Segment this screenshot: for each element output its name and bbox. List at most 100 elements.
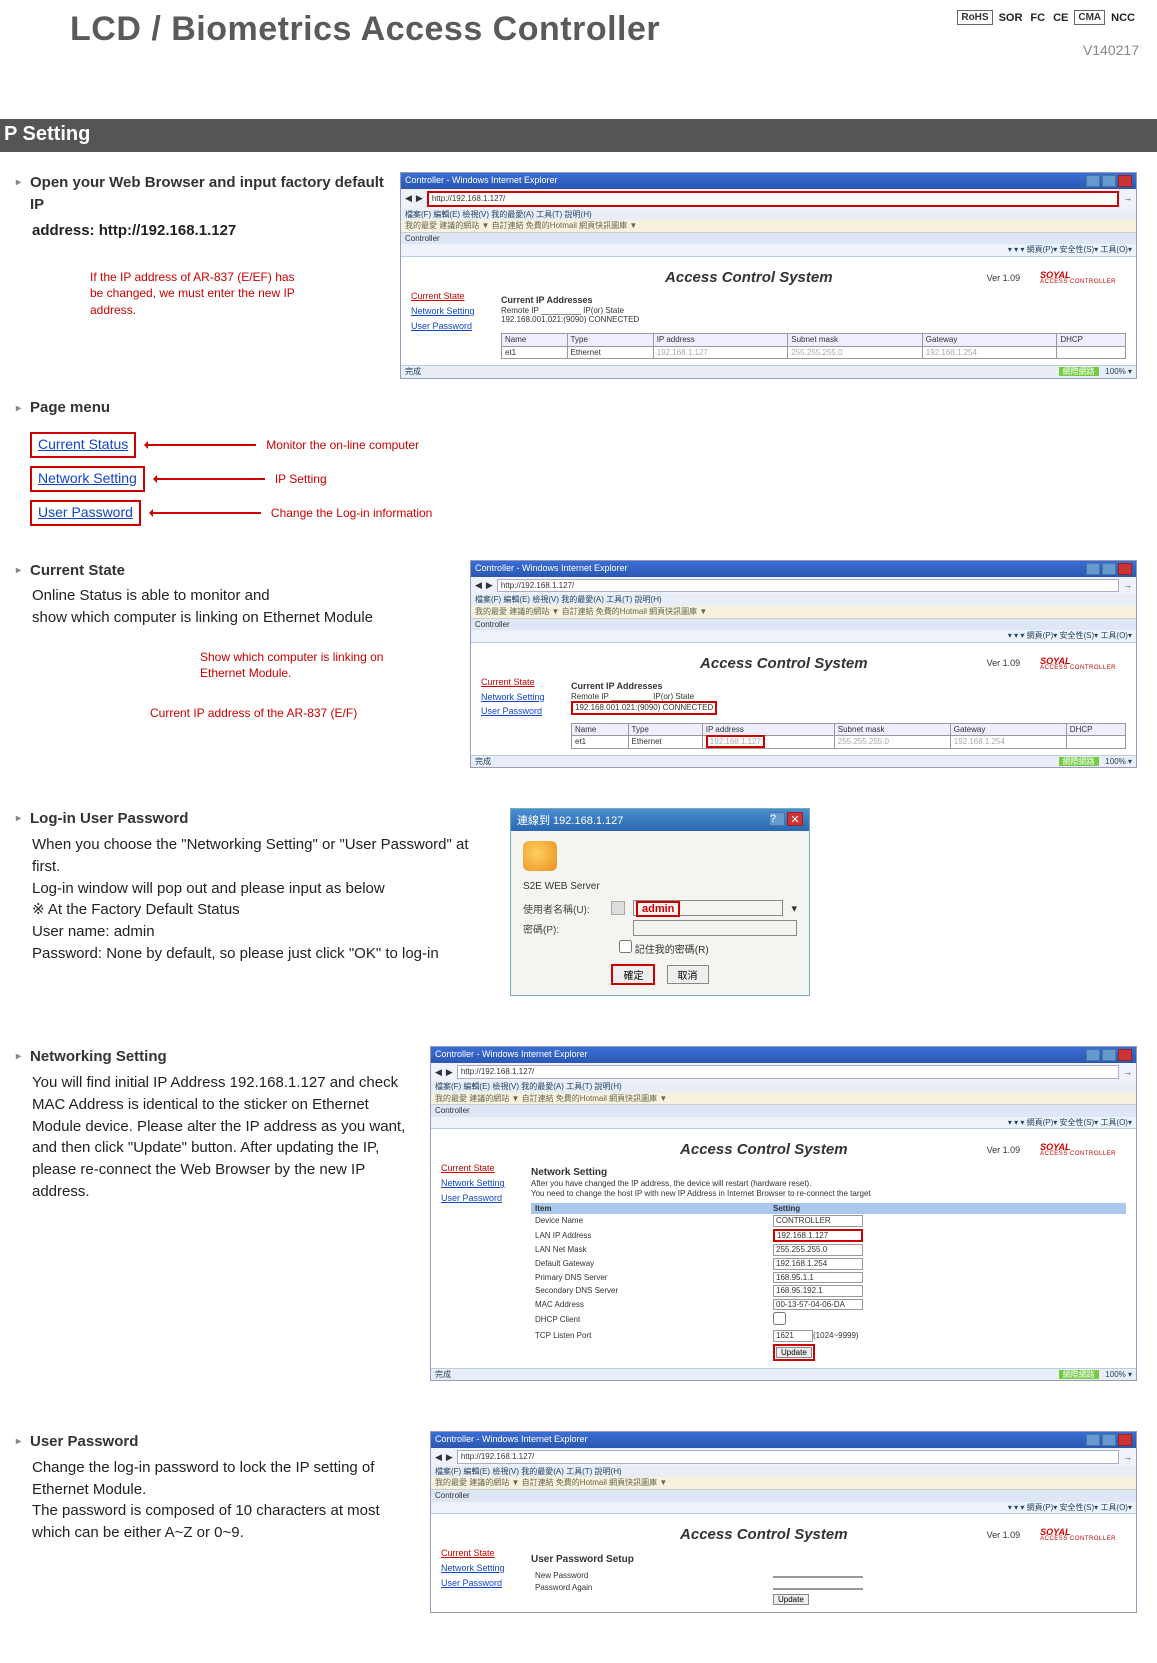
rohs-logo: RoHS [957,10,992,25]
gateway-input[interactable]: 192.168.1.254 [773,1258,863,1270]
window-title: Controller - Windows Internet Explorer [405,175,558,187]
netset-heading: Networking Setting [30,1046,422,1068]
remember-label: 記住我的密碼(R) [635,945,709,956]
device-name-input[interactable]: CONTROLLER [773,1215,863,1227]
login-dialog: 連線到 192.168.1.127 ?✕ S2E WEB Server 使用者名… [510,808,810,996]
url-field[interactable]: http://192.168.1.127/ [427,191,1119,207]
username-label: 使用者名稱(U): [523,901,603,916]
step1-heading: Open your Web Browser and input factory … [30,172,392,216]
system-title: Access Control System [511,269,987,287]
ip-changed-note: If the IP address of AR-837 (E/EF) has b… [90,269,310,318]
table-row: Device NameCONTROLLER [531,1214,1126,1228]
current-ip-note: Current IP address of the AR-837 (E/F) [150,705,462,721]
ip-header: Current IP Addresses [501,295,1126,306]
admin-value: admin [636,901,680,917]
browser-screenshot-4: Controller - Windows Internet Explorer ◀… [430,1431,1137,1613]
lan-ip-input[interactable]: 192.168.1.127 [773,1229,863,1243]
ns-note2: You need to change the host IP with new … [531,1189,1126,1199]
brand-subtitle: ACCESS CONTROLLER [1040,279,1116,286]
current-state-line1: Online Status is able to monitor and [30,585,462,607]
netset-body: You will find initial IP Address 192.168… [30,1072,422,1203]
tcp-port-input[interactable]: 1621 [773,1330,813,1342]
table-row: LAN IP Address192.168.1.127 [531,1228,1126,1244]
login-l3: ※ At the Factory Default Status [30,899,492,921]
step1-address: address: http://192.168.1.127 [30,220,392,242]
menu-desc-user-password: Change the Log-in information [271,506,432,520]
login-l2: Log-in window will pop out and please in… [30,878,492,900]
fcc-logo: FC [1028,12,1047,24]
menu-desc-current-status: Monitor the on-line computer [266,438,419,452]
arrow-icon [155,478,265,480]
browser-screenshot-1: Controller - Windows Internet Explorer ◀… [400,172,1137,379]
dhcp-checkbox[interactable] [773,1312,786,1325]
go-icon: → [1123,193,1132,204]
remember-checkbox[interactable] [619,940,632,953]
dropdown-icon[interactable]: ▾ [791,902,797,915]
browser-screenshot-2: Controller - Windows Internet Explorer ◀… [470,560,1137,769]
update-password-button[interactable]: Update [773,1594,809,1605]
browser-screenshot-3: Controller - Windows Internet Explorer ◀… [430,1046,1137,1381]
remote-ip-line: Remote IP _________ IP(or) State [501,306,1126,316]
new-password-input[interactable] [773,1576,863,1578]
favorites-bar: 我的最愛 建議的網站 ▼ 自訂連結 免費的Hotmail 網頁快訊圖庫 ▼ [401,220,1136,233]
page-title: LCD / Biometrics Access Controller [70,10,660,49]
current-state-heading: Current State [30,560,462,582]
link-network-setting[interactable]: Network Setting [411,306,501,317]
dns1-input[interactable]: 168.95.1.1 [773,1272,863,1284]
link-current-state[interactable]: Current State [411,291,501,302]
zone-label: 網際網路 [1059,367,1099,376]
mac-input[interactable]: 00-13-57-04-06-DA [773,1299,863,1311]
tool-strip: ▾ ▾ ▾ 網頁(P)▾ 安全性(S)▾ 工具(O)▾ [401,244,1136,257]
ip-table: NameTypeIP addressSubnet maskGatewayDHCP… [501,333,1126,359]
login-l1: When you choose the "Networking Setting"… [30,834,492,878]
username-input[interactable]: admin [633,900,783,916]
zoom-label: 100% ▾ [1105,367,1132,376]
back-icon: ◀ [405,193,412,204]
login-dialog-title: 連線到 192.168.1.127 [517,812,623,828]
table-row: LAN Net Mask255.255.255.0 [531,1243,1126,1257]
ns-title: Network Setting [531,1167,1126,1179]
cancel-button[interactable]: 取消 [667,965,709,984]
table-row: DHCP Client [531,1311,1126,1329]
ce-logo: CE [1051,12,1070,24]
userpass-l1: Change the log-in password to lock the I… [30,1457,422,1501]
server-label: S2E WEB Server [523,881,797,892]
login-l5: Password: None by default, so please jus… [30,943,492,965]
tab: Controller [401,233,1136,245]
password-again-input[interactable] [773,1588,863,1590]
netmask-input[interactable]: 255.255.255.0 [773,1244,863,1256]
update-button[interactable]: Update [776,1347,812,1358]
menu-user-password[interactable]: User Password [38,504,133,520]
ip-highlight: 192.168.1.127 [706,735,765,748]
compliance-logos: RoHS SOR FC CE CMA NCC [957,10,1137,25]
menu-current-status[interactable]: Current Status [38,436,128,452]
table-row: Secondary DNS Server168.95.192.1 [531,1284,1126,1298]
section-heading: P Setting [0,119,1157,152]
table-row: TCP Listen Port1621(1024~9999) [531,1329,1126,1343]
browser-menu: 檔案(F) 編輯(E) 檢視(V) 我的最愛(A) 工具(T) 說明(H) [401,209,1136,221]
password-label: 密碼(P): [523,921,603,936]
connected-highlight: 192.168.001.021:(9090) CONNECTED [571,701,717,715]
ok-button[interactable]: 確定 [611,964,655,985]
dns2-input[interactable]: 168.95.192.1 [773,1285,863,1297]
user-icon [611,901,625,915]
key-icon [523,841,557,871]
ns-note1: After you have changed the IP address, t… [531,1179,1126,1189]
connection-line: 192.168.001.021:(9090) CONNECTED [501,315,1126,325]
login-l4: User name: admin [30,921,492,943]
table-row: MAC Address00-13-57-04-06-DA [531,1298,1126,1312]
ncc-logo: NCC [1109,12,1137,24]
sor-logo: SOR [997,12,1025,24]
table-row: Default Gateway192.168.1.254 [531,1257,1126,1271]
menu-network-setting[interactable]: Network Setting [38,470,137,486]
password-input[interactable] [633,920,797,936]
firmware-version: Ver 1.09 [987,273,1021,284]
password-again-label: Password Again [531,1582,769,1594]
window-controls [1086,175,1132,187]
network-settings-table: ItemSetting Device NameCONTROLLER LAN IP… [531,1203,1126,1362]
link-user-password[interactable]: User Password [411,321,501,332]
page-menu-heading: Page menu [30,399,1137,416]
userpass-heading: User Password [30,1431,422,1453]
userpass-l2: The password is composed of 10 character… [30,1500,422,1544]
arrow-icon [146,444,256,446]
